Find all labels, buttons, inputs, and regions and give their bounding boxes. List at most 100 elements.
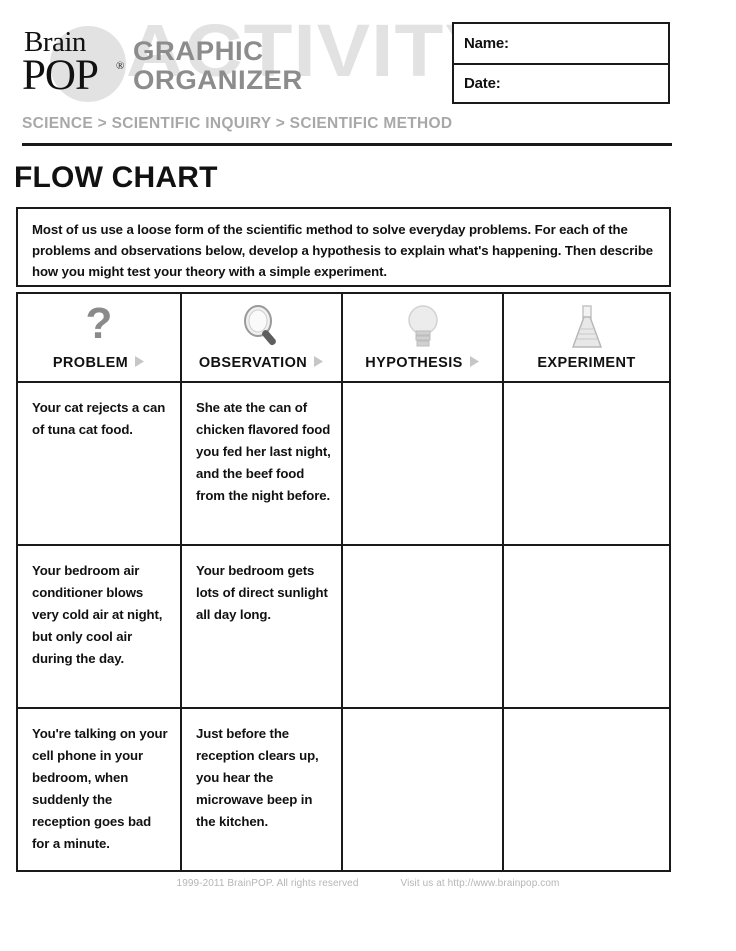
instructions-box: Most of us use a loose form of the scien… — [16, 207, 671, 287]
registered-trademark-icon: ® — [116, 60, 125, 72]
problem-text: Your bedroom air conditioner blows very … — [32, 563, 163, 666]
writing-line[interactable] — [518, 760, 653, 771]
question-mark-icon: ? — [77, 294, 121, 355]
hypothesis-cell[interactable] — [343, 383, 504, 544]
writing-line[interactable] — [357, 515, 486, 526]
column-header-experiment-label: EXPERIMENT — [537, 355, 636, 371]
problem-cell: You're talking on your cell phone in you… — [18, 709, 182, 870]
magnifying-glass-icon — [239, 294, 285, 355]
experiment-cell[interactable] — [504, 709, 669, 870]
writing-line[interactable] — [518, 787, 653, 798]
footer-visit-link[interactable]: Visit us at http://www.brainpop.com — [401, 878, 560, 889]
header-divider — [22, 143, 672, 146]
lightbulb-icon — [403, 294, 443, 355]
column-header-observation-label-wrap: OBSERVATION — [199, 355, 324, 372]
flow-chart-table: ? PROBLEM OBSERVATION HYPOTHESIS EXPERIM… — [16, 292, 671, 872]
hypothesis-answer-area[interactable] — [343, 709, 502, 870]
experiment-answer-area[interactable] — [504, 546, 669, 707]
hypothesis-answer-area[interactable] — [343, 546, 502, 707]
column-header-problem-label: PROBLEM — [52, 354, 129, 371]
experiment-answer-area[interactable] — [504, 709, 669, 870]
page-title: FLOW CHART — [14, 161, 218, 194]
observation-cell: Just before the reception clears up, you… — [182, 709, 343, 870]
observation-text: Just before the reception clears up, you… — [196, 726, 319, 829]
writing-line[interactable] — [357, 814, 486, 825]
writing-line[interactable] — [357, 733, 486, 744]
name-label: Name: — [464, 35, 509, 52]
flask-icon — [567, 294, 607, 355]
experiment-answer-area[interactable] — [504, 383, 669, 544]
arrow-right-icon — [134, 355, 145, 372]
writing-line[interactable] — [518, 461, 653, 472]
kicker-line-1: GRAPHIC — [133, 36, 264, 66]
writing-line[interactable] — [357, 787, 486, 798]
svg-text:?: ? — [86, 302, 113, 348]
kicker-line-2: ORGANIZER — [133, 65, 303, 95]
writing-line[interactable] — [357, 760, 486, 771]
column-header-observation-label: OBSERVATION — [198, 354, 308, 371]
hypothesis-cell[interactable] — [343, 546, 504, 707]
writing-line[interactable] — [518, 570, 653, 581]
writing-line[interactable] — [357, 597, 486, 608]
problem-cell: Your bedroom air conditioner blows very … — [18, 546, 182, 707]
writing-line[interactable] — [357, 678, 486, 689]
instructions-text: Most of us use a loose form of the scien… — [32, 222, 654, 279]
writing-line[interactable] — [518, 651, 653, 662]
hypothesis-cell[interactable] — [343, 709, 504, 870]
writing-line[interactable] — [357, 434, 486, 445]
page-header: Brain POP ® ACTIVITY GRAPHIC ORGANIZER N… — [0, 0, 736, 148]
writing-line[interactable] — [357, 651, 486, 662]
column-header-hypothesis-label: HYPOTHESIS — [365, 354, 463, 371]
page-footer: 1999-2011 BrainPOP. All rights reserved … — [0, 878, 736, 889]
column-header-problem-label-wrap: PROBLEM — [53, 355, 145, 372]
hypothesis-answer-area[interactable] — [343, 383, 502, 544]
column-header-experiment: EXPERIMENT — [504, 294, 669, 381]
writing-line[interactable] — [518, 733, 653, 744]
column-header-experiment-label-wrap: EXPERIMENT — [537, 355, 635, 371]
experiment-cell[interactable] — [504, 383, 669, 544]
problem-text: Your cat rejects a can of tuna cat food. — [32, 400, 166, 437]
graphic-organizer-heading: GRAPHIC ORGANIZER — [133, 38, 303, 94]
arrow-right-icon — [313, 355, 324, 372]
table-row: Your bedroom air conditioner blows very … — [18, 546, 669, 709]
column-header-observation: OBSERVATION — [182, 294, 343, 381]
table-row: You're talking on your cell phone in you… — [18, 709, 669, 870]
problem-text: You're talking on your cell phone in you… — [32, 726, 168, 851]
writing-line[interactable] — [357, 570, 486, 581]
writing-line[interactable] — [518, 597, 653, 608]
date-row[interactable]: Date: — [454, 63, 668, 102]
name-input[interactable] — [512, 44, 660, 56]
problem-cell: Your cat rejects a can of tuna cat food. — [18, 383, 182, 544]
writing-line[interactable] — [357, 407, 486, 418]
writing-line[interactable] — [518, 434, 653, 445]
observation-cell: Your bedroom gets lots of direct sunligh… — [182, 546, 343, 707]
writing-line[interactable] — [518, 515, 653, 526]
breadcrumb: SCIENCE > SCIENTIFIC INQUIRY > SCIENTIFI… — [22, 115, 453, 132]
writing-line[interactable] — [357, 841, 486, 852]
observation-text: She ate the can of chicken flavored food… — [196, 400, 331, 503]
observation-text: Your bedroom gets lots of direct sunligh… — [196, 563, 328, 622]
table-row: Your cat rejects a can of tuna cat food.… — [18, 383, 669, 546]
name-date-box: Name: Date: — [452, 22, 670, 104]
writing-line[interactable] — [518, 624, 653, 635]
writing-line[interactable] — [518, 407, 653, 418]
footer-copyright: 1999-2011 BrainPOP. All rights reserved — [176, 878, 359, 889]
writing-line[interactable] — [518, 678, 653, 689]
worksheet-page: Brain POP ® ACTIVITY GRAPHIC ORGANIZER N… — [0, 0, 736, 951]
column-header-hypothesis: HYPOTHESIS — [343, 294, 504, 381]
date-input[interactable] — [504, 83, 660, 95]
writing-line[interactable] — [518, 488, 653, 499]
name-row[interactable]: Name: — [454, 24, 668, 63]
date-label: Date: — [464, 75, 501, 92]
writing-line[interactable] — [518, 841, 653, 852]
logo-pop-text: POP — [22, 52, 99, 99]
observation-cell: She ate the can of chicken flavored food… — [182, 383, 343, 544]
writing-line[interactable] — [357, 461, 486, 472]
arrow-right-icon — [469, 355, 480, 372]
experiment-cell[interactable] — [504, 546, 669, 707]
brainpop-logo: Brain POP ® — [20, 24, 140, 104]
writing-line[interactable] — [357, 488, 486, 499]
column-header-problem: ? PROBLEM — [18, 294, 182, 381]
writing-line[interactable] — [518, 814, 653, 825]
writing-line[interactable] — [357, 624, 486, 635]
